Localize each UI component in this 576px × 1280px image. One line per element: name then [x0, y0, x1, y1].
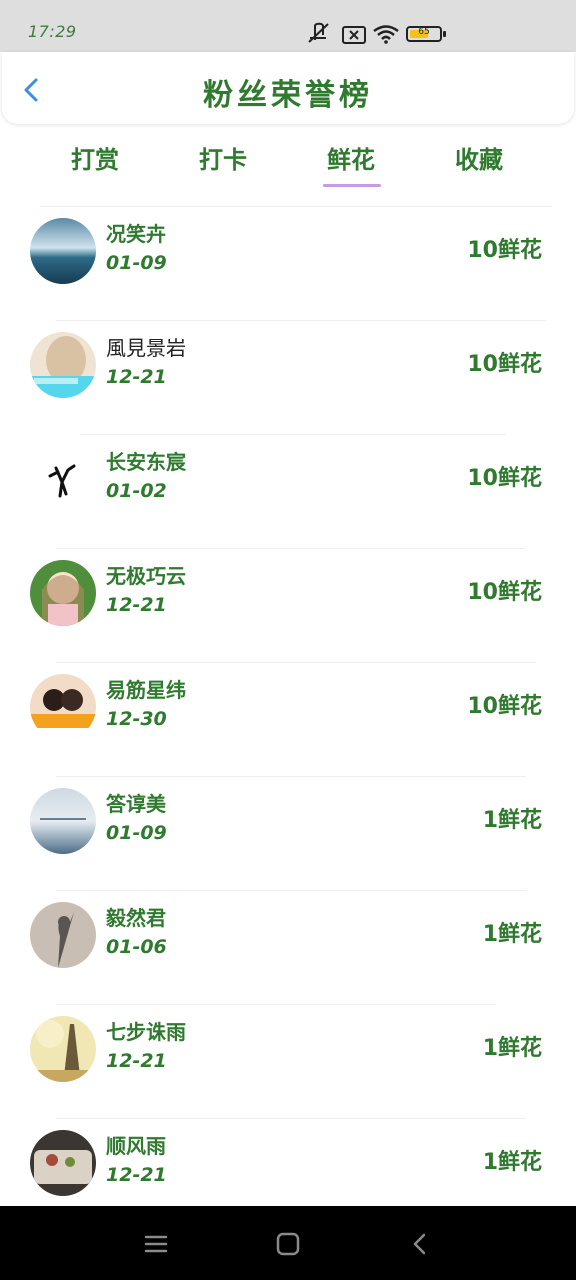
- battery-nub: [443, 31, 446, 37]
- fan-date: 01-06: [106, 936, 167, 958]
- list-item[interactable]: 况笑卉 01-09 10鲜花: [0, 206, 576, 320]
- divider: [56, 320, 546, 321]
- fan-amount: 1鲜花: [482, 808, 542, 833]
- fan-date: 12-30: [106, 708, 167, 730]
- avatar: [30, 902, 96, 968]
- avatar: [30, 218, 96, 284]
- battery-icon: 65: [406, 26, 446, 42]
- divider: [40, 206, 552, 207]
- fan-date: 12-21: [106, 1050, 167, 1072]
- list-item[interactable]: 长安东宸 01-02 10鲜花: [0, 434, 576, 548]
- divider: [80, 434, 506, 435]
- list-item[interactable]: 毅然君 01-06 1鲜花: [0, 890, 576, 1004]
- fan-date: 01-09: [106, 252, 167, 274]
- divider: [56, 1004, 496, 1005]
- back-nav-button[interactable]: [404, 1228, 436, 1260]
- battery-text: 65: [418, 27, 430, 37]
- tab-favorites[interactable]: 收藏: [424, 140, 534, 175]
- fan-amount: 10鲜花: [467, 694, 542, 719]
- fan-name: 易筋星纬: [106, 678, 186, 702]
- fan-date: 01-09: [106, 822, 167, 844]
- divider: [56, 548, 526, 549]
- list-item[interactable]: 風見景岩 12-21 10鲜花: [0, 320, 576, 434]
- fan-name: 風見景岩: [106, 336, 186, 360]
- tab-active-indicator: [323, 184, 381, 187]
- divider: [56, 890, 526, 891]
- header: 粉丝荣誉榜: [2, 52, 574, 124]
- no-sim-icon: [342, 26, 366, 48]
- avatar: [30, 332, 96, 398]
- home-icon: [276, 1232, 300, 1256]
- list-item[interactable]: 七步诛雨 12-21 1鲜花: [0, 1004, 576, 1118]
- list-item[interactable]: 无极巧云 12-21 10鲜花: [0, 548, 576, 662]
- fan-amount: 10鲜花: [467, 352, 542, 377]
- fan-date: 01-02: [106, 480, 167, 502]
- avatar: [30, 446, 96, 512]
- system-nav-bar: [0, 1206, 576, 1280]
- fan-name: 况笑卉: [106, 222, 166, 246]
- fan-amount: 1鲜花: [482, 1036, 542, 1061]
- home-button[interactable]: [272, 1228, 304, 1260]
- avatar: [30, 1130, 96, 1196]
- avatar: [30, 788, 96, 854]
- avatar: [30, 674, 96, 740]
- fan-date: 12-21: [106, 594, 167, 616]
- fan-amount: 1鲜花: [482, 922, 542, 947]
- fan-amount: 10鲜花: [467, 580, 542, 605]
- fan-date: 12-21: [106, 1164, 167, 1186]
- avatar: [30, 560, 96, 626]
- divider: [56, 662, 536, 663]
- fan-name: 无极巧云: [106, 564, 186, 588]
- mute-icon: [306, 22, 332, 48]
- back-icon: [413, 1233, 426, 1255]
- tab-bar: 打赏 打卡 鲜花 收藏: [0, 130, 576, 194]
- fan-amount: 10鲜花: [467, 466, 542, 491]
- fan-date: 12-21: [106, 366, 167, 388]
- divider: [56, 1118, 526, 1119]
- status-bar: 17:29 65: [0, 0, 576, 52]
- fan-amount: 10鲜花: [467, 238, 542, 263]
- fan-name: 长安东宸: [106, 450, 186, 474]
- fan-amount: 1鲜花: [482, 1150, 542, 1175]
- list-item[interactable]: 易筋星纬 12-30 10鲜花: [0, 662, 576, 776]
- menu-icon: [144, 1235, 168, 1253]
- tab-checkin[interactable]: 打卡: [168, 140, 278, 175]
- fan-name: 顺风雨: [106, 1134, 166, 1158]
- wifi-icon: [372, 24, 400, 48]
- menu-button[interactable]: [140, 1228, 172, 1260]
- avatar: [30, 1016, 96, 1082]
- divider: [56, 776, 526, 777]
- fan-name: 毅然君: [106, 906, 166, 930]
- tab-reward[interactable]: 打赏: [40, 140, 150, 175]
- page-title: 粉丝荣誉榜: [203, 78, 373, 113]
- status-time: 17:29: [28, 22, 77, 41]
- tab-flowers[interactable]: 鲜花: [296, 140, 406, 175]
- list-item[interactable]: 答谆美 01-09 1鲜花: [0, 776, 576, 890]
- fan-name: 七步诛雨: [106, 1020, 186, 1044]
- fan-name: 答谆美: [106, 792, 166, 816]
